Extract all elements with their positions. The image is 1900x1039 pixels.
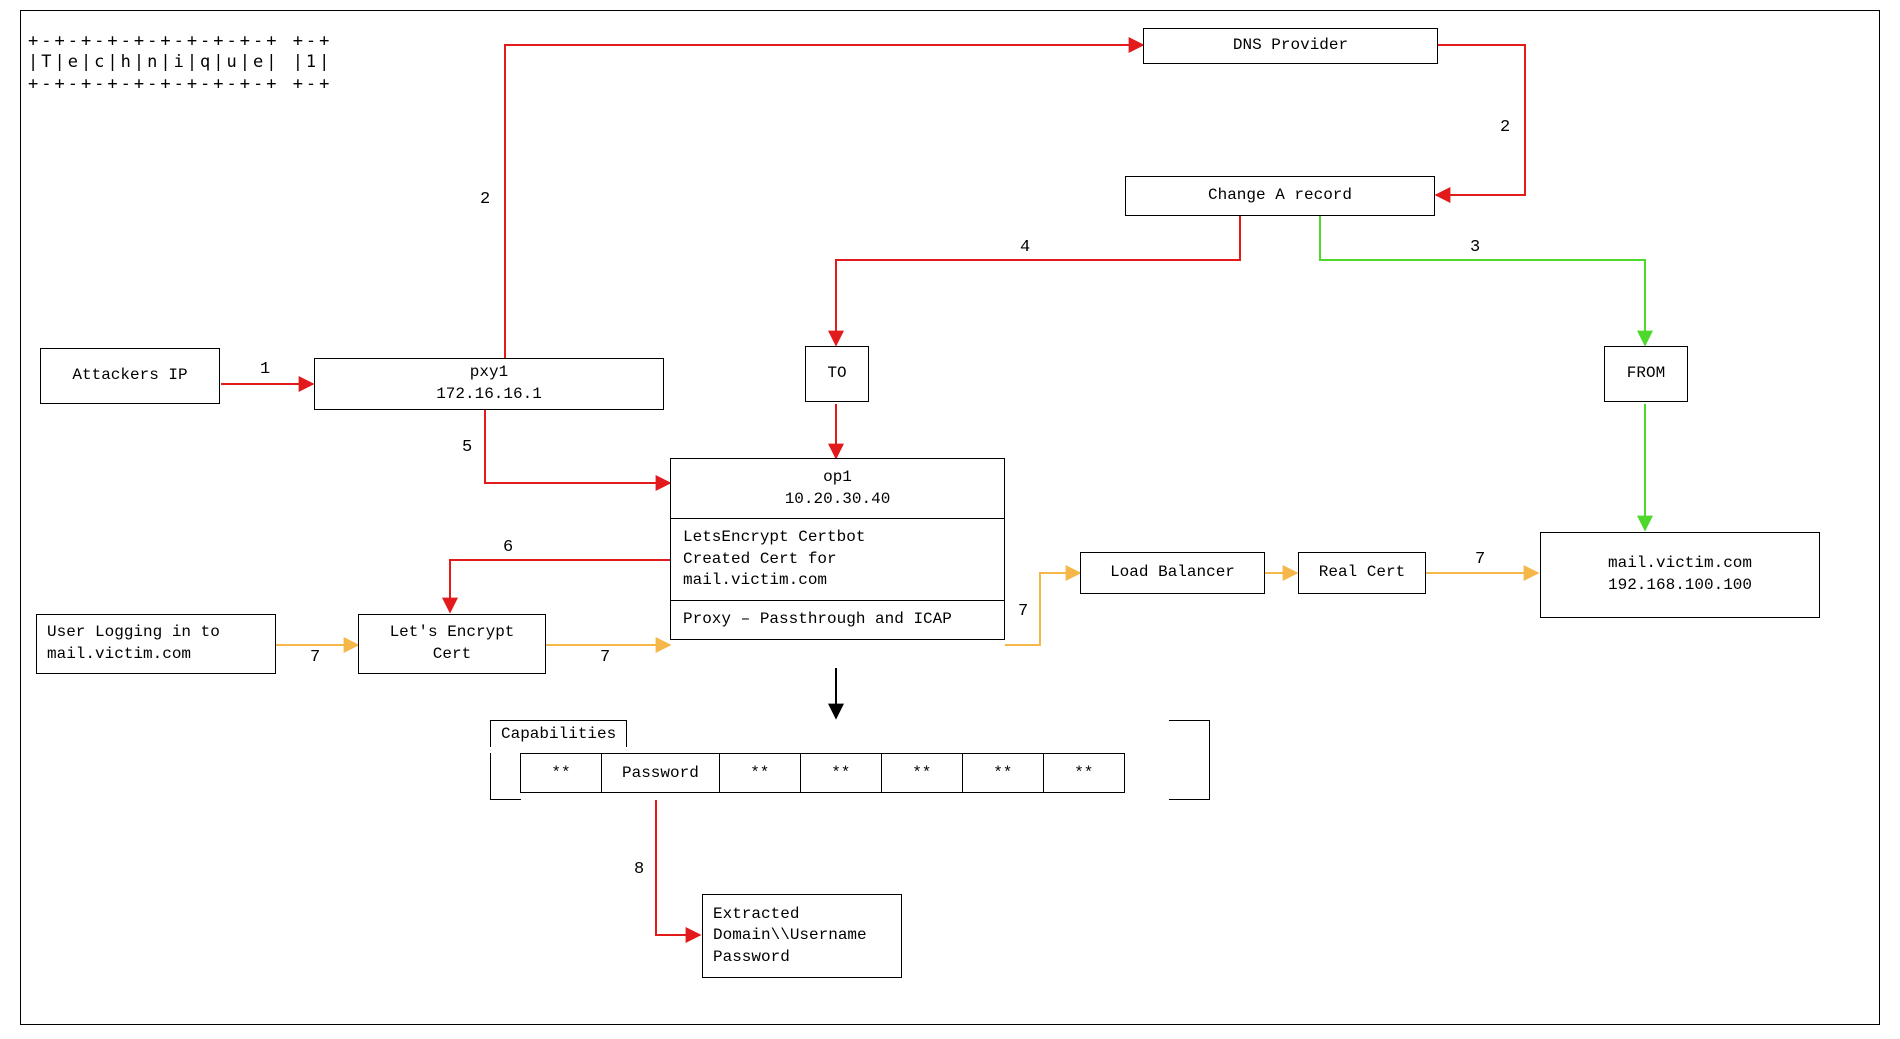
node-extracted: Extracted Domain\\Username Password	[702, 894, 902, 978]
node-label: Load Balancer	[1110, 562, 1235, 584]
node-mail-victim: mail.victim.com 192.168.100.100	[1540, 532, 1820, 618]
caps-cell: **	[719, 753, 800, 793]
node-capabilities: Capabilities ** Password ** ** ** ** **	[490, 720, 1210, 802]
node-pxy1: pxy1 172.16.16.1	[314, 358, 664, 410]
node-user-login: User Logging in to mail.victim.com	[36, 614, 276, 674]
node-label: TO	[827, 363, 846, 385]
diagram-canvas: +-+-+-+-+-+-+-+-+-+ +-+ |T|e|c|h|n|i|q|u…	[0, 0, 1900, 1039]
node-from: FROM	[1604, 346, 1688, 402]
node-label: Change A record	[1208, 185, 1352, 207]
node-op1: op1 10.20.30.40 LetsEncrypt Certbot Crea…	[670, 458, 1005, 640]
node-pxy1-name: pxy1	[470, 362, 508, 384]
caps-cell: **	[962, 753, 1043, 793]
node-label: Extracted Domain\\Username Password	[713, 904, 891, 969]
edge-label-8: 8	[634, 860, 644, 879]
node-lets-encrypt: Let's Encrypt Cert	[358, 614, 546, 674]
op1-proxy-text: Proxy – Passthrough and ICAP	[683, 609, 992, 631]
op1-proxy-row: Proxy – Passthrough and ICAP	[671, 601, 1004, 639]
edge-label-2b: 2	[1500, 118, 1510, 137]
mail-victim-name: mail.victim.com	[1608, 553, 1752, 575]
node-attackers-ip: Attackers IP	[40, 348, 220, 404]
node-label: Let's Encrypt Cert	[390, 622, 515, 665]
op1-header: op1 10.20.30.40	[671, 459, 1004, 519]
op1-name: op1	[677, 467, 998, 489]
edge-label-6: 6	[503, 538, 513, 557]
caps-cell-password: Password	[601, 753, 719, 793]
caps-cell: **	[1043, 753, 1125, 793]
caps-cell: **	[881, 753, 962, 793]
node-load-balancer: Load Balancer	[1080, 552, 1265, 594]
caps-outline-right	[1169, 720, 1210, 755]
caps-cell: **	[520, 753, 601, 793]
caps-cell: **	[800, 753, 881, 793]
node-label: FROM	[1627, 363, 1665, 385]
node-pxy1-ip: 172.16.16.1	[436, 384, 542, 406]
edge-label-7b: 7	[600, 648, 610, 667]
edge-label-3: 3	[1470, 238, 1480, 257]
mail-victim-ip: 192.168.100.100	[1608, 575, 1752, 597]
caps-outline-botright	[1169, 753, 1210, 800]
op1-cert-text: LetsEncrypt Certbot Created Cert for mai…	[683, 527, 992, 592]
edge-label-4: 4	[1020, 238, 1030, 257]
node-label: Real Cert	[1319, 562, 1405, 584]
node-real-cert: Real Cert	[1298, 552, 1426, 594]
edge-label-5: 5	[462, 438, 472, 457]
op1-ip: 10.20.30.40	[677, 489, 998, 511]
node-dns-provider: DNS Provider	[1143, 28, 1438, 64]
edge-label-7a: 7	[310, 648, 320, 667]
node-label: DNS Provider	[1233, 35, 1348, 57]
node-change-a-record: Change A record	[1125, 176, 1435, 216]
ascii-title: +-+-+-+-+-+-+-+-+-+ +-+ |T|e|c|h|n|i|q|u…	[28, 31, 332, 95]
edge-label-2a: 2	[480, 190, 490, 209]
edge-label-7d: 7	[1475, 550, 1485, 569]
caps-row: ** Password ** ** ** ** **	[520, 753, 1125, 793]
node-label: Attackers IP	[72, 365, 187, 387]
node-label: User Logging in to mail.victim.com	[47, 622, 265, 665]
caps-label: Capabilities	[490, 720, 627, 747]
op1-cert-row: LetsEncrypt Certbot Created Cert for mai…	[671, 519, 1004, 601]
edge-label-1: 1	[260, 360, 270, 379]
caps-outline-botleft	[490, 753, 521, 800]
edge-label-7c: 7	[1018, 602, 1028, 621]
node-to: TO	[805, 346, 869, 402]
